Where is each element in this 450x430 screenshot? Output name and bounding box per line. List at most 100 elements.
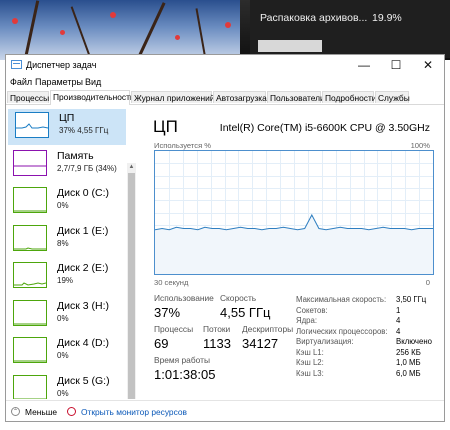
toast-percent: 19.9%	[372, 12, 402, 24]
tab-users[interactable]: Пользователи	[267, 91, 325, 103]
mini-graph	[14, 282, 46, 286]
mini-graph	[14, 246, 46, 249]
tab-details[interactable]: Подробности	[322, 91, 376, 103]
mini-graph	[14, 323, 46, 324]
scroll-up-arrow-icon[interactable]: ▲	[127, 163, 136, 172]
sidebar-item-0[interactable]: ЦП 37% 4,55 ГГц	[8, 109, 126, 145]
sidebar-item-6[interactable]: Диск 4 (D:) 0%	[6, 334, 124, 370]
sidebar-item-value: 0%	[57, 313, 69, 323]
sidebar-item-2[interactable]: Диск 0 (C:) 0%	[6, 184, 124, 220]
tab-startup[interactable]: Автозагрузка	[213, 91, 267, 103]
graph-time-label: 30 секунд	[154, 278, 189, 287]
red-leaf	[225, 22, 231, 28]
sidebar-item-name: Диск 1 (E:)	[57, 224, 109, 237]
spec-value: 1,0 МБ	[396, 358, 421, 367]
tree-branch	[195, 8, 207, 60]
sidebar-thumbnail-graph	[13, 337, 47, 363]
graph-label-utilization: Используется %	[154, 141, 212, 150]
tab-processes[interactable]: Процессы	[7, 91, 49, 103]
spec-value: 4	[396, 326, 401, 336]
mini-graph	[14, 165, 46, 166]
tab-performance[interactable]: Производительность	[50, 90, 134, 105]
sidebar-item-4[interactable]: Диск 2 (E:) 19%	[6, 259, 124, 295]
sidebar-item-value: 37% 4,55 ГГц	[59, 126, 109, 135]
cpu-usage-graph	[154, 150, 434, 275]
tab-services[interactable]: Службы	[375, 91, 410, 103]
tree-branch	[23, 0, 40, 60]
handles-value: 34127	[242, 336, 279, 351]
tab-bar: Процессы Производительность Журнал прило…	[6, 90, 444, 105]
sidebar-thumbnail-graph	[15, 112, 49, 138]
mini-graph-line	[14, 282, 46, 286]
scroll-thumb[interactable]	[128, 173, 135, 399]
sidebar-item-1[interactable]: Память 2,7/7,9 ГБ (34%)	[6, 147, 124, 183]
sidebar-thumbnail-graph	[13, 299, 47, 326]
sidebar-thumbnail-graph	[13, 374, 47, 399]
sidebar-item-7[interactable]: Диск 5 (G:) 0%	[6, 372, 124, 399]
sidebar-item-name: Память	[57, 149, 94, 162]
spec-value: 6,0 МБ	[396, 368, 421, 378]
sidebar-item-value: 0%	[57, 388, 69, 398]
sidebar-item-name: Диск 3 (H:)	[57, 299, 109, 312]
spec-label: Виртуализация:	[296, 337, 354, 346]
spec-value: Включено	[396, 337, 432, 346]
bottom-bar: ⌃ Меньше Открыть монитор ресурсов	[6, 400, 444, 423]
sidebar-item-5[interactable]: Диск 3 (H:) 0%	[6, 297, 124, 333]
sidebar-item-name: Диск 5 (G:)	[57, 374, 110, 387]
usage-value: 37%	[154, 305, 181, 320]
sidebar-item-name: Диск 0 (C:)	[57, 187, 109, 199]
menu-file[interactable]: Файл	[10, 77, 32, 87]
mini-graph	[14, 360, 46, 362]
spec-label: Логических процессоров:	[296, 326, 388, 336]
speed-value: 4,55 ГГц	[220, 305, 271, 320]
title-bar[interactable]: Диспетчер задач — ☐ ✕	[6, 55, 444, 75]
maximize-button[interactable]: ☐	[380, 55, 412, 75]
mini-graph-line	[16, 123, 48, 129]
spec-label: Кэш L3:	[296, 368, 324, 378]
spec-label: Кэш L1:	[296, 347, 324, 357]
fewer-details-button[interactable]: Меньше	[25, 407, 57, 417]
mini-graph	[14, 398, 46, 399]
sidebar-item-value: 2,7/7,9 ГБ (34%)	[57, 163, 117, 173]
spec-label: Сокетов:	[296, 305, 328, 315]
close-button[interactable]: ✕	[412, 55, 444, 75]
handles-label: Дескрипторы	[242, 324, 294, 334]
speed-label: Скорость	[220, 293, 257, 303]
usage-label: Использование	[154, 293, 214, 303]
red-leaf	[110, 12, 116, 18]
sidebar-thumbnail-graph	[13, 149, 47, 176]
task-manager-window: Диспетчер задач — ☐ ✕ Файл Параметры Вид…	[5, 54, 445, 422]
graph-label-max: 100%	[410, 141, 430, 150]
spec-label: Максимальная скорость:	[296, 295, 387, 304]
open-resource-monitor-link[interactable]: Открыть монитор ресурсов	[81, 407, 187, 417]
sidebar-scrollbar[interactable]: ▲ ▼	[127, 163, 136, 399]
uptime-label: Время работы	[154, 355, 210, 365]
menu-view[interactable]: Вид	[85, 77, 101, 87]
sidebar-item-value: 8%	[57, 238, 69, 248]
sidebar-item-name: Диск 4 (D:)	[57, 337, 109, 349]
sidebar-item-name: ЦП	[59, 112, 75, 124]
sidebar-item-3[interactable]: Диск 1 (E:) 8%	[6, 222, 124, 258]
spec-value: 256 КБ	[396, 347, 421, 357]
menu-options[interactable]: Параметры	[35, 77, 83, 87]
resource-monitor-icon[interactable]	[67, 407, 76, 416]
minimize-button[interactable]: —	[348, 55, 380, 75]
spec-label: Кэш L2:	[296, 358, 324, 367]
chevron-up-icon[interactable]: ⌃	[11, 407, 20, 416]
page-title: ЦП	[153, 117, 178, 136]
cpu-graph-svg	[155, 151, 433, 274]
mini-graph	[14, 210, 46, 212]
tree-branch	[137, 2, 166, 58]
archive-progress-toast[interactable]: Распаковка архивов... 19.9%	[250, 0, 450, 58]
sidebar-thumbnail-graph	[13, 187, 47, 213]
sidebar-thumbnail-graph	[13, 262, 47, 288]
window-title: Диспетчер задач	[26, 60, 97, 70]
tab-app-history[interactable]: Журнал приложений	[131, 91, 215, 103]
threads-label: Потоки	[203, 324, 231, 334]
mini-graph	[16, 123, 48, 129]
graph-zero-label: 0	[425, 278, 430, 287]
resource-sidebar: ЦП 37% 4,55 ГГц Память 2,7/7,9 ГБ (34%) Диск…	[6, 107, 139, 399]
toast-title: Распаковка архивов...	[260, 12, 368, 24]
sidebar-item-value: 19%	[57, 276, 74, 285]
red-leaf	[60, 30, 65, 35]
